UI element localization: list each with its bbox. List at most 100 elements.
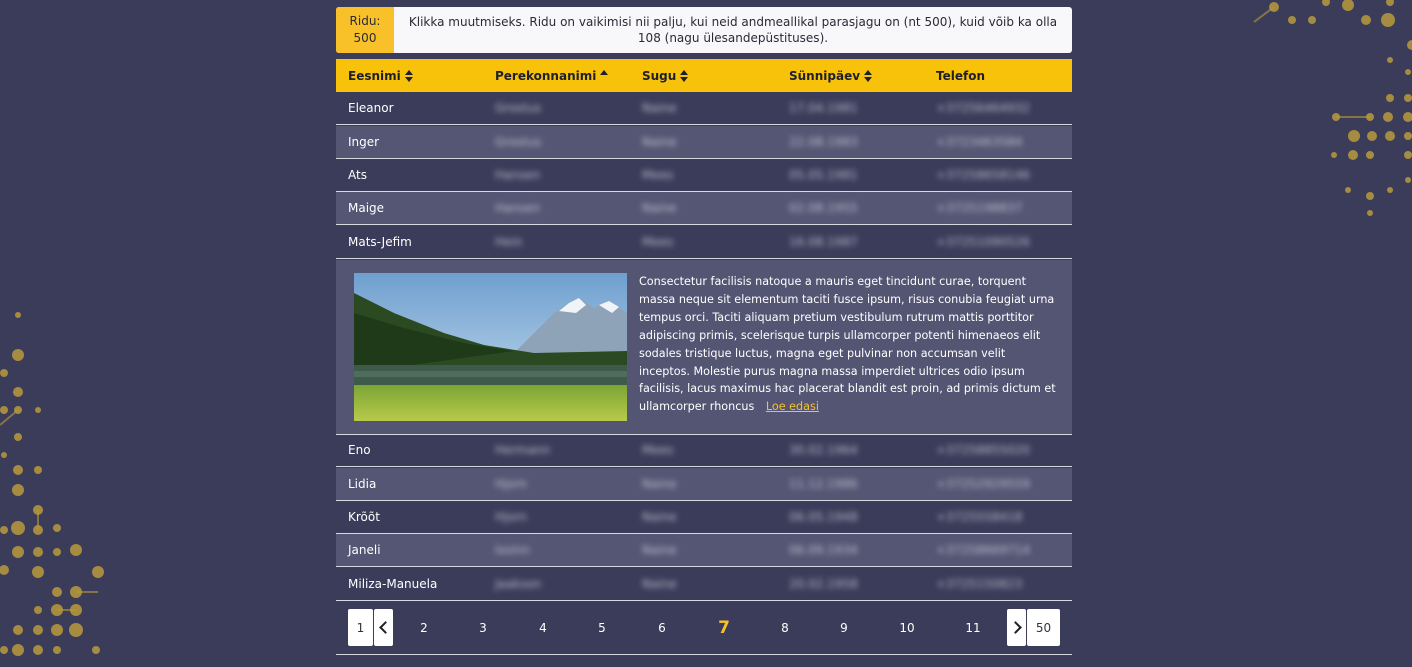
cell-birthday: 16.08.1987 — [789, 235, 858, 249]
cell-last-name: Hansen — [495, 168, 541, 182]
cell-last-name: Hjorn — [495, 510, 528, 524]
page-button[interactable]: 9 — [828, 609, 860, 646]
cell-first-name: Eno — [348, 443, 371, 457]
cell-birthday: 05.05.1981 — [789, 168, 858, 182]
chevron-right-icon — [1008, 621, 1022, 634]
page-button[interactable]: 10 — [891, 609, 923, 646]
row-detail-panel: Consectetur facilisis natoque a mauris e… — [336, 260, 1072, 435]
header-label: Perekonnanimi — [495, 68, 597, 83]
read-more-link[interactable]: Loe edasi — [766, 400, 819, 413]
sort-both-icon — [680, 69, 689, 82]
cell-first-name: Lidia — [348, 477, 377, 491]
cell-gender: Naine — [642, 201, 677, 215]
pagination: 1 2 3 4 5 6 7 8 9 10 11 50 — [336, 601, 1072, 655]
cell-birthday: 30.02.1964 — [789, 443, 858, 457]
table-row[interactable]: Maige Hansen Naine 02.08.1955 +372519883… — [336, 192, 1072, 225]
cell-last-name: Grostus — [495, 135, 542, 149]
cell-last-name: Hermann — [495, 443, 551, 457]
sort-ascending-icon — [600, 69, 609, 76]
cell-first-name: Krõõt — [348, 510, 380, 524]
cell-first-name: Inger — [348, 135, 380, 149]
detail-paragraph: Consectetur facilisis natoque a mauris e… — [639, 275, 1056, 414]
cell-gender: Naine — [642, 543, 677, 557]
cell-gender: Naine — [642, 477, 677, 491]
decorative-dots-bottom-left — [0, 300, 110, 663]
header-gender[interactable]: Sugu — [642, 59, 689, 92]
table-row[interactable]: Eleanor Grostus Naine 17.04.1981 +372564… — [336, 92, 1072, 125]
page-button[interactable]: 11 — [957, 609, 989, 646]
cell-phone: +3725198837 — [936, 201, 1023, 215]
cell-birthday: 06.09.1934 — [789, 543, 858, 557]
header-birthday[interactable]: Sünnipäev — [789, 59, 873, 92]
table-row[interactable]: Eno Hermann Mees 30.02.1964 +37258855020 — [336, 434, 1072, 467]
header-label: Sugu — [642, 68, 677, 83]
table-row[interactable]: Ats Hansen Mees 05.05.1981 +37258658146 — [336, 159, 1072, 192]
decorative-dots-top-right — [1240, 0, 1412, 240]
sort-both-icon — [864, 69, 873, 82]
table-row[interactable]: Inger Grostus Naine 22.08.1983 +37234635… — [336, 126, 1072, 159]
rows-count-value: 500 — [353, 31, 377, 45]
chevron-left-icon — [378, 621, 392, 634]
cell-gender: Naine — [642, 577, 677, 591]
rows-count-toggle[interactable]: Ridu: 500 — [336, 7, 394, 53]
cell-phone: +3725558418 — [936, 510, 1023, 524]
cell-first-name: Eleanor — [348, 101, 394, 115]
cell-phone: +37256464932 — [936, 101, 1031, 115]
cell-phone: +3723463584 — [936, 135, 1023, 149]
cell-gender: Naine — [642, 510, 677, 524]
rows-info-bar: Ridu: 500 Klikka muutmiseks. Ridu on vai… — [336, 7, 1072, 53]
header-label: Eesnimi — [348, 68, 401, 83]
cell-first-name: Mats-Jefim — [348, 235, 412, 249]
table-row[interactable]: Mats-Jefim Hein Mees 16.08.1987 +3725109… — [336, 226, 1072, 259]
cell-last-name: Jaakson — [495, 577, 542, 591]
cell-phone: +3725150823 — [936, 577, 1023, 591]
cell-first-name: Miliza-Manuela — [348, 577, 438, 591]
cell-phone: +37251090526 — [936, 235, 1031, 249]
header-last-name[interactable]: Perekonnanimi — [495, 59, 609, 92]
cell-last-name: Hein — [495, 235, 523, 249]
cell-gender: Mees — [642, 443, 674, 457]
table-row[interactable]: Miliza-Manuela Jaakson Naine 20.02.1958 … — [336, 568, 1072, 601]
dots-pattern-icon — [0, 312, 104, 656]
cell-phone: +37258855020 — [936, 443, 1031, 457]
cell-birthday: 11.12.1986 — [789, 477, 858, 491]
rows-count-label: Ridu: — [349, 14, 381, 28]
sort-both-icon — [404, 69, 413, 82]
cell-last-name: Hansen — [495, 201, 541, 215]
header-label: Sünnipäev — [789, 68, 861, 83]
cell-first-name: Ats — [348, 168, 367, 182]
header-label: Telefon — [936, 68, 985, 83]
cell-last-name: Hjorn — [495, 477, 528, 491]
cell-last-name: Grostus — [495, 101, 542, 115]
page-current[interactable]: 7 — [708, 609, 740, 646]
cell-phone: +37258658146 — [936, 168, 1031, 182]
cell-gender: Naine — [642, 101, 677, 115]
cell-phone: +37252929559 — [936, 477, 1031, 491]
cell-birthday: 06.05.1948 — [789, 510, 858, 524]
cell-birthday: 17.04.1981 — [789, 101, 858, 115]
page-button[interactable]: 4 — [527, 609, 559, 646]
cell-gender: Naine — [642, 135, 677, 149]
header-phone: Telefon — [936, 59, 985, 92]
page-button[interactable]: 6 — [646, 609, 678, 646]
table-row[interactable]: Janeli Issinn Naine 06.09.1934 +37258669… — [336, 534, 1072, 567]
dots-pattern-icon — [1253, 0, 1412, 216]
table-header: Eesnimi Perekonnanimi Sugu Sünnipäev Tel… — [336, 59, 1072, 92]
header-first-name[interactable]: Eesnimi — [348, 59, 413, 92]
page-button[interactable]: 8 — [769, 609, 801, 646]
cell-last-name: Issinn — [495, 543, 530, 557]
page-prev-button[interactable] — [374, 609, 393, 646]
cell-gender: Mees — [642, 168, 674, 182]
row-detail-text: Consectetur facilisis natoque a mauris e… — [639, 273, 1057, 416]
page-button[interactable]: 5 — [586, 609, 618, 646]
page-next-button[interactable] — [1007, 609, 1026, 646]
table-row[interactable]: Lidia Hjorn Naine 11.12.1986 +3725292955… — [336, 468, 1072, 501]
page-button[interactable]: 2 — [408, 609, 440, 646]
table-row[interactable]: Krõõt Hjorn Naine 06.05.1948 +3725558418 — [336, 501, 1072, 534]
page-first-button[interactable]: 1 — [348, 609, 373, 646]
page-button[interactable]: 3 — [467, 609, 499, 646]
cell-birthday: 22.08.1983 — [789, 135, 858, 149]
cell-phone: +37258669714 — [936, 543, 1031, 557]
cell-gender: Mees — [642, 235, 674, 249]
page-last-button[interactable]: 50 — [1027, 609, 1060, 646]
